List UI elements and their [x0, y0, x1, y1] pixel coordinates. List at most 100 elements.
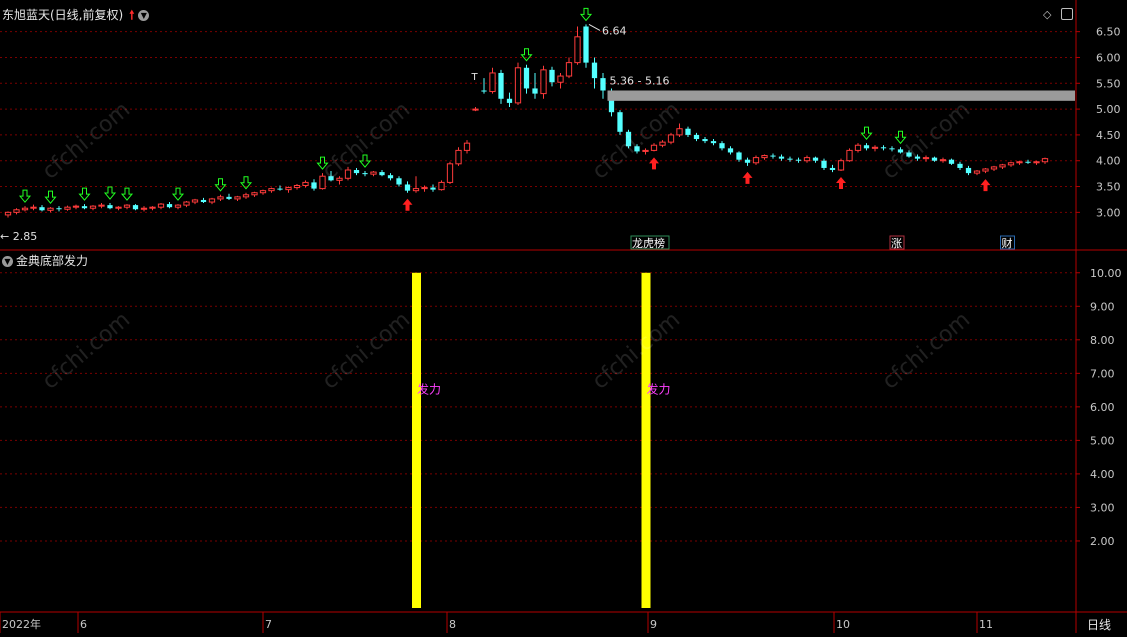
- event-badge-label: 龙虎榜: [632, 236, 665, 250]
- sell-arrow-icon: [171, 187, 185, 201]
- candle-body-up: [183, 201, 190, 206]
- indicator-tick-label: 10.00: [1090, 267, 1122, 280]
- low-price-label: ← 2.85: [0, 230, 37, 243]
- price-tick-label: 6.00: [1096, 51, 1121, 64]
- candle-body-down: [795, 159, 802, 161]
- candle-body-up: [268, 188, 275, 192]
- candle-body-up: [174, 204, 182, 208]
- candle-body-up: [455, 149, 462, 165]
- candle-body-down: [812, 157, 819, 161]
- sell-arrow-icon: [860, 126, 873, 140]
- chart-canvas[interactable]: 6.50 6.00 5.50 5.00 4.50 4.00 3.50 3.00 10.00 9.0…: [0, 0, 1127, 633]
- price-tick-label: 3.00: [1096, 206, 1121, 219]
- indicator-tick-label: 2.00: [1090, 535, 1115, 548]
- candle-body-up: [285, 187, 292, 191]
- price-zone-band: [607, 90, 1075, 101]
- candle-body-down: [583, 26, 589, 63]
- candle-body-up: [999, 164, 1006, 168]
- candle-body-up: [89, 205, 97, 209]
- time-axis-label: 9: [650, 618, 657, 631]
- panel-icon[interactable]: [1061, 8, 1073, 20]
- time-axis-label: 10: [836, 618, 850, 631]
- candle-body-up: [446, 163, 454, 183]
- sell-arrow-icon: [520, 48, 533, 62]
- diamond-icon[interactable]: ◇: [1043, 8, 1051, 21]
- candle-body-up: [489, 72, 496, 93]
- candle-body-down: [311, 182, 317, 189]
- candle-body-down: [889, 148, 895, 150]
- candle-body-up: [191, 199, 199, 203]
- kline-chart[interactable]: 6.50 6.00 5.50 5.00 4.50 4.00 3.50 3.00 10.00 9.0…: [0, 0, 1127, 633]
- candle-body-up: [115, 206, 122, 209]
- candle-body-up: [21, 207, 29, 211]
- candle-body-down: [132, 205, 139, 210]
- candle-body-down: [744, 159, 751, 163]
- sell-arrow-icon: [894, 130, 907, 145]
- candle-body-up: [973, 170, 981, 174]
- candle-body-up: [242, 194, 250, 198]
- up-arrow-icon[interactable]: 🠕: [129, 8, 134, 22]
- candle-body-up: [846, 149, 853, 162]
- indicator-signal-label: 发力: [417, 381, 441, 396]
- candle-body-up: [565, 62, 573, 77]
- time-axis-label: 8: [449, 618, 456, 631]
- candle-body-down: [600, 78, 606, 91]
- candle-body-down: [685, 128, 691, 135]
- candle-body-down: [39, 207, 45, 211]
- high-price-label: 6.64: [602, 24, 627, 37]
- chevron-down-icon[interactable]: ▼: [2, 256, 13, 267]
- candle-body-down: [880, 147, 887, 149]
- candle-body-up: [72, 205, 80, 208]
- candle-body-down: [770, 155, 776, 157]
- indicator-title: 金典底部发力: [16, 254, 89, 268]
- candle-body-down: [957, 163, 963, 168]
- price-tick-label: 6.50: [1096, 26, 1121, 39]
- candle-body-up: [982, 168, 989, 172]
- price-tick-label: 3.50: [1096, 181, 1121, 194]
- candle-body-down: [107, 205, 113, 209]
- candle-body-down: [965, 167, 972, 174]
- candle-body-down: [931, 157, 938, 161]
- t-mark: T: [471, 72, 479, 83]
- candle-body-down: [787, 158, 793, 160]
- watermark-text: cfchi.com: [878, 307, 975, 394]
- sell-arrow-icon: [18, 189, 32, 203]
- candle-body-down: [396, 178, 402, 185]
- buy-arrow-icon: [649, 157, 659, 170]
- candle-body-up: [140, 207, 148, 210]
- candle-body-down: [736, 152, 742, 160]
- candle-body-up: [1033, 161, 1040, 164]
- high-pointer: [588, 23, 601, 31]
- candle-body-up: [370, 171, 377, 175]
- candle-body-down: [387, 175, 394, 179]
- indicator-signal-label: 发力: [647, 381, 671, 396]
- watermark-text: cfchi.com: [318, 97, 415, 184]
- watermark-text: cfchi.com: [38, 307, 135, 394]
- candle-body-down: [549, 69, 555, 83]
- candle-body-down: [379, 172, 385, 176]
- candle-body-down: [710, 141, 717, 144]
- candle-body-up: [472, 108, 479, 111]
- buy-arrow-icon: [836, 177, 846, 190]
- candle-body-up: [98, 204, 105, 207]
- candle-body-up: [4, 211, 12, 216]
- candle-body-up: [47, 207, 54, 211]
- chevron-down-icon[interactable]: ▼: [138, 10, 150, 21]
- candle-body-down: [481, 90, 487, 92]
- indicator-tick-label: 5.00: [1090, 434, 1115, 447]
- sell-arrow-icon: [78, 187, 91, 201]
- sell-arrow-icon: [214, 178, 227, 192]
- watermark-text: cfchi.com: [318, 307, 415, 394]
- candle-body-down: [702, 139, 708, 142]
- candle-body-down: [277, 188, 283, 190]
- candle-body-down: [226, 196, 232, 199]
- candle-body-up: [13, 209, 20, 213]
- candle-body-down: [362, 173, 368, 175]
- candle-body-down: [778, 156, 785, 159]
- candle-body-up: [752, 157, 760, 164]
- candle-body-down: [829, 167, 836, 171]
- candle-body-down: [523, 67, 530, 89]
- candle-body-up: [251, 192, 258, 196]
- candle-body-up: [540, 69, 547, 95]
- period-label[interactable]: 日线: [1087, 616, 1111, 633]
